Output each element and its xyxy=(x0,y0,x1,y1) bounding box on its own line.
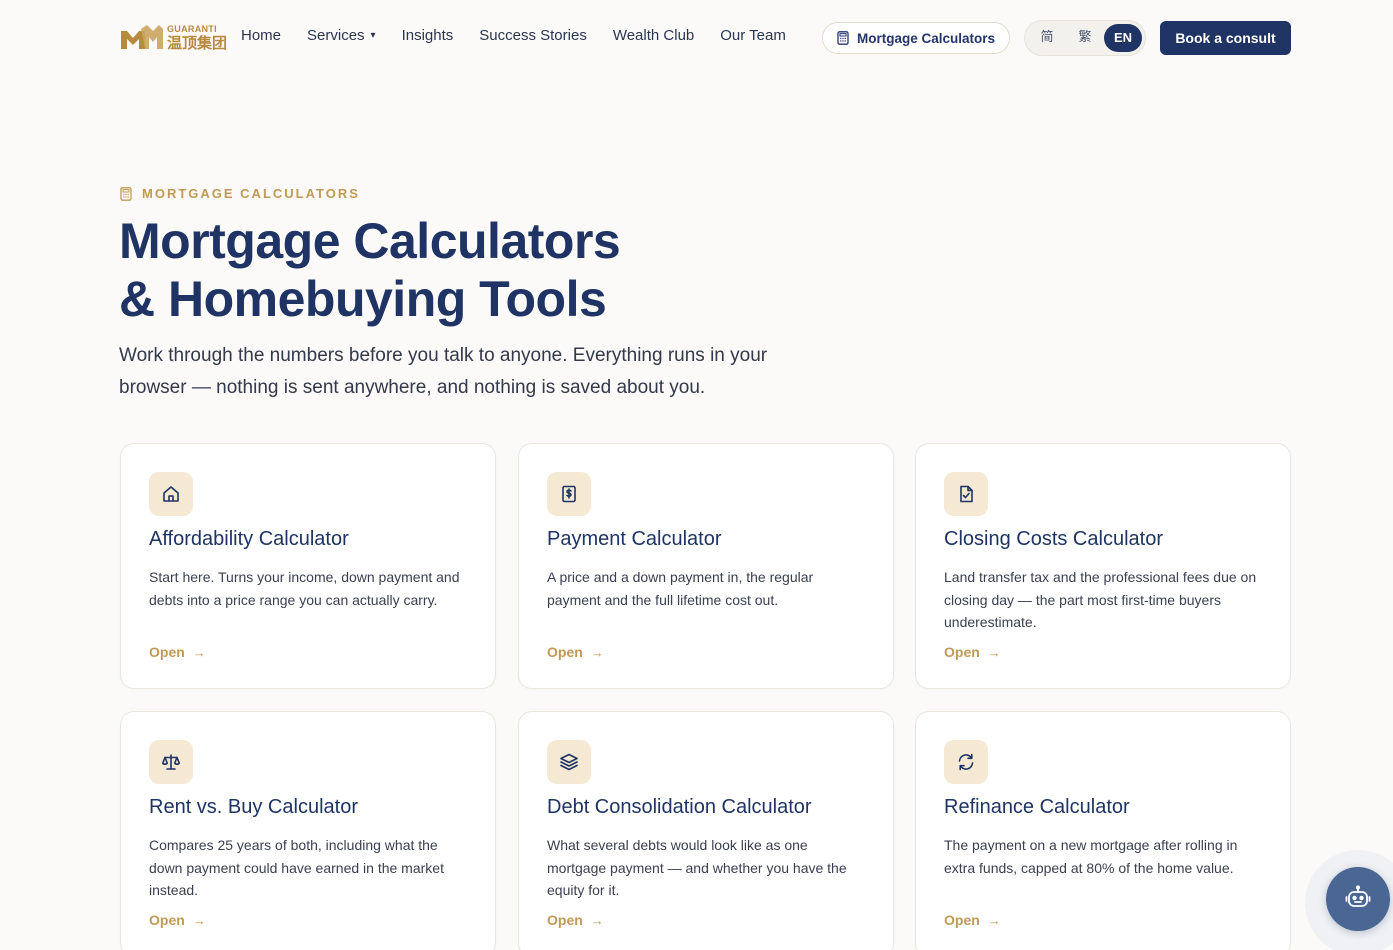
card-icon-wrap xyxy=(149,740,193,784)
card-open-link[interactable]: Open → xyxy=(547,912,604,928)
card-icon-wrap xyxy=(944,740,988,784)
main-nav: Home Services ▾ Insights Success Stories … xyxy=(241,27,786,44)
card-icon-wrap xyxy=(149,472,193,516)
card-open-link[interactable]: Open → xyxy=(149,644,206,660)
card-title: Closing Costs Calculator xyxy=(944,528,1163,550)
card-refinance[interactable]: Refinance Calculator The payment on a ne… xyxy=(915,711,1291,950)
logo-brand-en: GUARANTI xyxy=(167,24,217,34)
card-description: Land transfer tax and the professional f… xyxy=(944,569,1257,631)
lang-traditional[interactable]: 繁 xyxy=(1066,24,1104,52)
card-title: Payment Calculator xyxy=(547,528,722,550)
card-closing-costs[interactable]: Closing Costs Calculator Land transfer t… xyxy=(915,443,1291,689)
arrow-right-icon: → xyxy=(987,912,1001,928)
arrow-right-icon: → xyxy=(590,912,604,928)
card-icon-wrap xyxy=(547,740,591,784)
card-description: The payment on a new mortgage after roll… xyxy=(944,837,1238,876)
nav-label: Success Stories xyxy=(479,27,587,44)
calculator-icon xyxy=(837,31,849,45)
card-open-link[interactable]: Open → xyxy=(944,912,1001,928)
logo-brand-cn: 温顶集团 xyxy=(167,34,228,52)
card-title: Affordability Calculator xyxy=(149,528,349,550)
nav-home[interactable]: Home xyxy=(241,27,281,44)
open-label: Open xyxy=(547,644,583,660)
nav-label: Wealth Club xyxy=(612,27,695,44)
calculator-icon xyxy=(120,186,132,201)
page-title: Mortgage Calculators & Homebuying Tools xyxy=(119,212,621,328)
open-label: Open xyxy=(149,644,185,660)
card-open-link[interactable]: Open → xyxy=(149,912,206,928)
file-check-icon xyxy=(960,485,973,503)
lang-simplified[interactable]: 简 xyxy=(1028,24,1066,52)
logo-mark-icon xyxy=(121,25,163,49)
book-consult-button[interactable]: Book a consult xyxy=(1160,21,1291,55)
nav-insights[interactable]: Insights xyxy=(402,27,454,44)
nav-success-stories[interactable]: Success Stories xyxy=(479,27,587,44)
arrow-right-icon: → xyxy=(192,912,206,928)
home-icon xyxy=(163,486,179,502)
scale-icon xyxy=(162,754,180,770)
open-label: Open xyxy=(149,912,185,928)
page-subtitle: Work through the numbers before you talk… xyxy=(119,345,768,398)
title-line-1: Mortgage Calculators xyxy=(119,213,621,269)
card-debt-consolidation[interactable]: Debt Consolidation Calculator What sever… xyxy=(518,711,894,950)
card-payment[interactable]: Payment Calculator A price and a down pa… xyxy=(518,443,894,689)
nav-label: Our Team xyxy=(720,27,786,44)
lang-english[interactable]: EN xyxy=(1104,24,1142,52)
card-description: What several debts would look like as on… xyxy=(547,837,847,899)
chevron-down-icon: ▾ xyxy=(370,30,376,41)
nav-our-team[interactable]: Our Team xyxy=(720,27,786,44)
arrow-right-icon: → xyxy=(590,644,604,660)
open-label: Open xyxy=(944,644,980,660)
open-label: Open xyxy=(547,912,583,928)
language-switcher: 简 繁 EN xyxy=(1024,20,1146,56)
card-description: Start here. Turns your income, down paym… xyxy=(149,569,460,608)
site-header: GUARANTI 温顶集团 Home Services ▾ Insights Su… xyxy=(0,0,1393,76)
card-open-link[interactable]: Open → xyxy=(547,644,604,660)
card-icon-wrap xyxy=(944,472,988,516)
card-icon-wrap xyxy=(547,472,591,516)
card-title: Refinance Calculator xyxy=(944,796,1130,818)
chatbot-launcher[interactable] xyxy=(1326,867,1390,931)
card-description: A price and a down payment in, the regul… xyxy=(547,569,814,608)
open-label: Open xyxy=(944,912,980,928)
arrow-right-icon: → xyxy=(987,644,1001,660)
title-line-2: & Homebuying Tools xyxy=(119,271,607,327)
card-affordability[interactable]: Affordability Calculator Start here. Tur… xyxy=(120,443,496,689)
dollar-receipt-icon xyxy=(562,485,576,503)
card-title: Rent vs. Buy Calculator xyxy=(149,796,358,818)
brand-logo[interactable]: GUARANTI 温顶集团 xyxy=(119,22,227,54)
eyebrow-label: MORTGAGE CALCULATORS xyxy=(142,186,360,201)
layers-icon xyxy=(560,753,578,771)
card-description: Compares 25 years of both, including wha… xyxy=(149,837,444,899)
card-rent-vs-buy[interactable]: Rent vs. Buy Calculator Compares 25 year… xyxy=(120,711,496,950)
refresh-icon xyxy=(958,753,974,771)
pill-label: Mortgage Calculators xyxy=(857,30,996,46)
arrow-right-icon: → xyxy=(192,644,206,660)
card-open-link[interactable]: Open → xyxy=(944,644,1001,660)
nav-label: Services xyxy=(307,27,365,44)
nav-wealth-club[interactable]: Wealth Club xyxy=(613,27,694,44)
eyebrow: MORTGAGE CALCULATORS xyxy=(120,186,360,201)
card-title: Debt Consolidation Calculator xyxy=(547,796,812,818)
nav-label: Insights xyxy=(401,27,454,44)
mortgage-calculators-pill[interactable]: Mortgage Calculators xyxy=(822,22,1011,54)
nav-label: Home xyxy=(241,27,282,44)
robot-icon xyxy=(1345,885,1371,907)
nav-services[interactable]: Services ▾ xyxy=(307,27,376,44)
